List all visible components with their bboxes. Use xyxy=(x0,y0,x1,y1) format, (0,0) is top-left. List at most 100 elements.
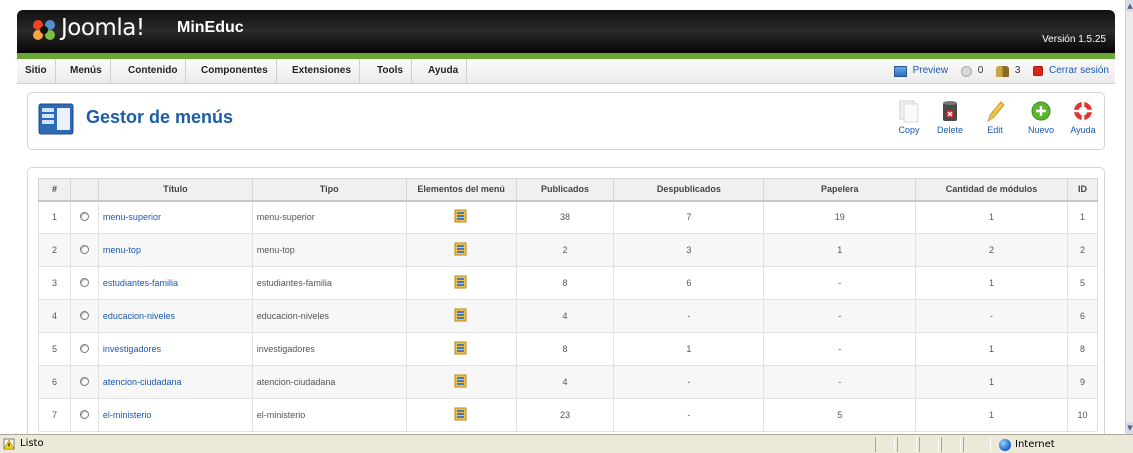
row-number: 4 xyxy=(38,299,71,333)
row-select-cell xyxy=(69,299,99,333)
row-number: 7 xyxy=(38,398,71,432)
scroll-up-arrow-icon[interactable]: ▲ xyxy=(1126,0,1133,12)
trash-delete-icon xyxy=(943,101,957,121)
menu-type: menu-superior xyxy=(251,200,407,234)
menu-extensiones[interactable]: Extensiones xyxy=(284,59,360,83)
trash-count: - xyxy=(763,266,917,300)
copy-button[interactable]: Copy xyxy=(889,99,929,147)
edit-label: Edit xyxy=(987,125,1003,135)
vertical-scrollbar[interactable]: ▲ ▼ xyxy=(1125,0,1133,434)
help-button[interactable]: Ayuda xyxy=(1063,99,1103,147)
admin-menubar: Sitio Menús Contenido Componentes Extens… xyxy=(17,59,1115,84)
row-number: 3 xyxy=(38,266,71,300)
edit-menu-items-icon[interactable] xyxy=(454,374,468,388)
row-select-cell xyxy=(69,398,99,432)
edit-menu-items-icon[interactable] xyxy=(454,275,468,289)
trash-count: 5 xyxy=(763,398,917,432)
col-title[interactable]: Título xyxy=(97,178,253,202)
help-label: Ayuda xyxy=(1070,125,1096,135)
menu-id: 10 xyxy=(1066,398,1099,432)
col-published: Publicados xyxy=(515,178,615,202)
table-row: 5 investigadores investigadores 8 1-1 8 xyxy=(38,332,1099,366)
menu-id: 9 xyxy=(1066,365,1099,399)
row-radio[interactable] xyxy=(79,277,89,287)
site-name: MinEduc xyxy=(177,19,244,36)
published-count: 2 xyxy=(515,233,615,267)
menu-ayuda[interactable]: Ayuda xyxy=(420,59,468,83)
table-row: 2 menu-top menu-top 2 3 1 2 2 xyxy=(38,233,1099,267)
row-radio[interactable] xyxy=(79,244,89,254)
menu-title-link[interactable]: investigadores xyxy=(97,332,253,366)
col-select xyxy=(69,178,99,202)
edit-menu-items-icon[interactable] xyxy=(454,242,468,256)
unpublished-count: - xyxy=(613,299,765,333)
menu-type: investigadores xyxy=(251,332,407,366)
status-text: Listo xyxy=(20,438,44,449)
browser-statusbar: Listo Internet xyxy=(0,434,1133,453)
menu-title-link[interactable]: educacion-niveles xyxy=(97,299,253,333)
edit-menu-items-icon[interactable] xyxy=(454,308,468,322)
security-zone: Internet xyxy=(997,437,1055,452)
row-radio[interactable] xyxy=(79,376,89,386)
published-count: 8 xyxy=(515,332,615,366)
admin-header: Joomla! MinEduc Versión 1.5.25 xyxy=(17,10,1115,53)
messages-count[interactable]: 0 xyxy=(978,59,984,83)
messages-icon xyxy=(960,65,972,77)
published-count: 8 xyxy=(515,266,615,300)
menu-title-link[interactable]: atencion-ciudadana xyxy=(97,365,253,399)
lifebuoy-help-icon xyxy=(1074,102,1092,120)
toolbar-box: Gestor de menús Copy Delete Edit Nuevo A… xyxy=(27,92,1105,150)
edit-menu-items-icon[interactable] xyxy=(454,407,468,421)
col-id[interactable]: ID xyxy=(1066,178,1099,202)
menu-type: el-ministerio xyxy=(251,398,407,432)
logout-link[interactable]: Cerrar sesión xyxy=(1049,59,1109,83)
row-select-cell xyxy=(69,200,99,234)
copy-label: Copy xyxy=(898,125,920,135)
row-radio[interactable] xyxy=(79,211,89,221)
row-number: 1 xyxy=(38,200,71,234)
scroll-down-arrow-icon[interactable]: ▼ xyxy=(1126,422,1133,434)
modules-count: 1 xyxy=(915,398,1068,432)
status-pane xyxy=(941,437,961,452)
unpublished-count: - xyxy=(613,365,765,399)
menu-title-link[interactable]: menu-superior xyxy=(97,200,253,234)
edit-menu-items-icon[interactable] xyxy=(454,341,468,355)
menu-sitio[interactable]: Sitio xyxy=(17,59,56,83)
col-modules: Cantidad de módulos xyxy=(915,178,1068,202)
plus-new-icon xyxy=(1031,101,1051,121)
table-row: 3 estudiantes-familia estudiantes-familia 8… xyxy=(38,266,1099,300)
new-button[interactable]: Nuevo xyxy=(1021,99,1061,147)
new-label: Nuevo xyxy=(1027,125,1054,135)
menu-items-cell xyxy=(405,332,517,366)
globe-icon xyxy=(999,439,1011,451)
col-type[interactable]: Tipo xyxy=(251,178,407,202)
menu-manager-icon xyxy=(38,103,74,135)
delete-button[interactable]: Delete xyxy=(930,99,970,147)
menu-title-link[interactable]: el-ministerio xyxy=(97,398,253,432)
menu-type: estudiantes-familia xyxy=(251,266,407,300)
row-radio[interactable] xyxy=(79,343,89,353)
trash-count: - xyxy=(763,332,917,366)
edit-button[interactable]: Edit xyxy=(975,99,1015,147)
menu-contenido[interactable]: Contenido xyxy=(120,59,187,83)
row-radio[interactable] xyxy=(79,310,89,320)
col-menu-items: Elementos del menú xyxy=(405,178,517,202)
users-count[interactable]: 3 xyxy=(1015,59,1021,83)
menu-id: 2 xyxy=(1066,233,1099,267)
menu-id: 5 xyxy=(1066,266,1099,300)
menu-tools[interactable]: Tools xyxy=(369,59,412,83)
edit-menu-items-icon[interactable] xyxy=(454,209,468,223)
modules-count: - xyxy=(915,299,1068,333)
menu-menus[interactable]: Menús xyxy=(62,59,111,83)
published-count: 23 xyxy=(515,398,615,432)
menu-title-link[interactable]: menu-top xyxy=(97,233,253,267)
row-radio[interactable] xyxy=(79,409,89,419)
modules-count: 1 xyxy=(915,365,1068,399)
menu-componentes[interactable]: Componentes xyxy=(193,59,277,83)
preview-link[interactable]: Preview xyxy=(913,59,949,83)
table-row: 7 el-ministerio el-ministerio 23-5 1 10 xyxy=(38,398,1099,432)
trash-count: 1 xyxy=(763,233,917,267)
menu-items-cell xyxy=(405,266,517,300)
menu-title-link[interactable]: estudiantes-familia xyxy=(97,266,253,300)
preview-icon xyxy=(893,65,907,77)
